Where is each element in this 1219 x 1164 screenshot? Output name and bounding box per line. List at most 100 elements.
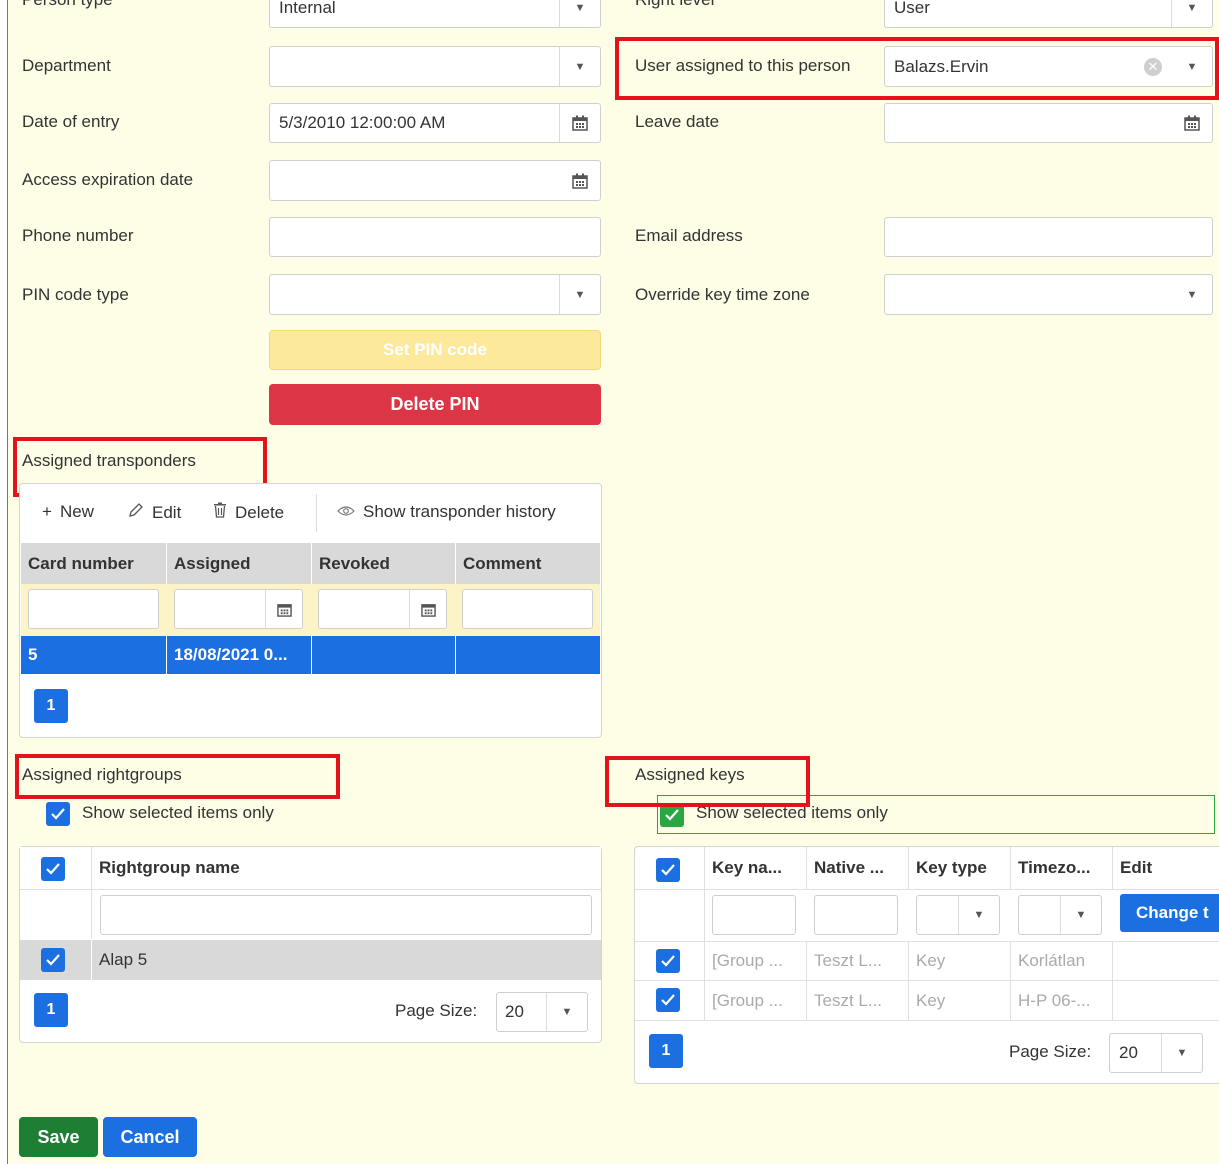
phone-input[interactable]: [269, 217, 601, 257]
filter-row: [21, 584, 600, 636]
cell-edit[interactable]: [1112, 981, 1219, 1020]
cell-native: Teszt L...: [806, 981, 908, 1020]
col-assigned[interactable]: Assigned: [166, 543, 311, 584]
cell-revoked: [311, 636, 455, 674]
row-checkbox[interactable]: [656, 988, 680, 1012]
chevron-down-icon[interactable]: ▼: [1060, 896, 1101, 934]
department-select[interactable]: ▼: [269, 46, 601, 87]
col-key-type[interactable]: Key type: [908, 847, 1010, 889]
new-button[interactable]: + New: [42, 502, 94, 522]
filter-revoked-input[interactable]: [318, 589, 447, 629]
transponders-header: Card number Assigned Revoked Comment: [21, 543, 600, 584]
cell-edit[interactable]: [1112, 942, 1219, 980]
leave-date-label: Leave date: [635, 112, 720, 131]
keys-header: Key na... Native ... Key type Timezo... …: [635, 847, 1219, 890]
filter-divider: [704, 889, 705, 941]
toolbar-divider: [316, 494, 317, 532]
col-key-name[interactable]: Key na...: [704, 847, 806, 889]
change-timezone-button[interactable]: Change t: [1120, 894, 1219, 932]
delete-label: Delete: [235, 502, 285, 522]
filter-comment-input[interactable]: [462, 589, 593, 629]
pencil-icon: [128, 502, 144, 523]
col-card-number[interactable]: Card number: [21, 543, 166, 584]
table-row[interactable]: 5 18/08/2021 0...: [21, 636, 600, 674]
table-row[interactable]: Alap 5: [20, 940, 601, 980]
cell-timezone: H-P 06-...: [1010, 981, 1112, 1020]
col-edit[interactable]: Edit: [1112, 847, 1219, 889]
chevron-down-icon[interactable]: ▼: [1171, 0, 1212, 27]
col-comment[interactable]: Comment: [455, 543, 600, 584]
override-tz-select[interactable]: ▼: [884, 274, 1213, 315]
cell-comment: [455, 636, 600, 674]
cell-key-type: Key: [908, 981, 1010, 1020]
calendar-icon[interactable]: [1172, 104, 1212, 142]
calendar-icon[interactable]: [559, 104, 600, 142]
chevron-down-icon[interactable]: ▼: [958, 896, 999, 934]
leave-date-input[interactable]: [884, 103, 1213, 143]
filter-key-type[interactable]: ▼: [916, 895, 1000, 935]
override-tz-label: Override key time zone: [635, 285, 810, 304]
show-history-button[interactable]: Show transponder history: [337, 502, 556, 522]
page-size-select[interactable]: 20 ▼: [1109, 1033, 1203, 1073]
right-level-select[interactable]: User ▼: [884, 0, 1213, 28]
filter-key-name[interactable]: [712, 895, 796, 935]
date-entry-input[interactable]: 5/3/2010 12:00:00 AM: [269, 103, 601, 143]
calendar-icon[interactable]: [409, 590, 446, 628]
page-1-button[interactable]: 1: [649, 1034, 683, 1068]
select-all-checkbox[interactable]: [41, 857, 65, 881]
cancel-button[interactable]: Cancel: [103, 1117, 197, 1157]
save-button[interactable]: Save: [19, 1117, 98, 1157]
col-revoked[interactable]: Revoked: [311, 543, 455, 584]
chevron-down-icon[interactable]: ▼: [1161, 1034, 1202, 1072]
date-entry-value: 5/3/2010 12:00:00 AM: [279, 113, 446, 132]
set-pin-button[interactable]: Set PIN code: [269, 330, 601, 370]
chevron-down-icon[interactable]: ▼: [559, 0, 600, 27]
email-label: Email address: [635, 226, 743, 245]
trash-icon: [213, 502, 227, 523]
chevron-down-icon[interactable]: ▼: [1172, 275, 1212, 314]
col-timezone[interactable]: Timezo...: [1010, 847, 1112, 889]
show-selected-checkbox[interactable]: [46, 802, 70, 826]
cell-key-name: [Group ...: [704, 981, 806, 1020]
cell-native: Teszt L...: [806, 942, 908, 980]
transponders-panel: + New Edit Delete Show transponder histor…: [19, 483, 602, 738]
chevron-down-icon[interactable]: ▼: [559, 275, 600, 314]
rightgroups-header: Rightgroup name: [20, 847, 601, 890]
page-size-select[interactable]: 20 ▼: [496, 992, 588, 1032]
pin-type-select[interactable]: ▼: [269, 274, 601, 315]
department-label: Department: [22, 56, 111, 75]
calendar-icon[interactable]: [560, 161, 600, 200]
filter-assigned-input[interactable]: [174, 589, 303, 629]
access-exp-label: Access expiration date: [22, 170, 194, 189]
select-all-keys-checkbox[interactable]: [656, 858, 680, 882]
edit-button[interactable]: Edit: [128, 502, 181, 523]
page-1-button[interactable]: 1: [34, 993, 68, 1027]
filter-native[interactable]: [814, 895, 898, 935]
plus-icon: +: [42, 502, 52, 521]
highlight-user-assigned: [615, 37, 1219, 100]
filter-divider: [91, 889, 92, 939]
delete-pin-button[interactable]: Delete PIN: [269, 384, 601, 425]
highlight-keys: [605, 756, 810, 807]
person-type-value: Internal: [279, 0, 336, 17]
page-1-button[interactable]: 1: [34, 689, 68, 723]
delete-button[interactable]: Delete: [213, 502, 284, 523]
col-native[interactable]: Native ...: [806, 847, 908, 889]
cell-card: 5: [28, 645, 38, 664]
filter-card-input[interactable]: [28, 589, 159, 629]
table-row[interactable]: [Group ... Teszt L... Key Korlátlan: [635, 941, 1219, 981]
row-checkbox[interactable]: [41, 948, 65, 972]
access-exp-input[interactable]: [269, 160, 601, 201]
email-input[interactable]: [884, 217, 1213, 257]
filter-timezone[interactable]: ▼: [1018, 895, 1102, 935]
chevron-down-icon[interactable]: ▼: [559, 47, 600, 86]
cell-rightgroup-name: Alap 5: [99, 950, 148, 969]
calendar-icon[interactable]: [265, 590, 302, 628]
person-type-select[interactable]: Internal ▼: [269, 0, 601, 28]
row-checkbox[interactable]: [656, 949, 680, 973]
col-rightgroup-name[interactable]: Rightgroup name: [91, 847, 491, 889]
rightgroup-filter-input[interactable]: [100, 895, 592, 935]
chevron-down-icon[interactable]: ▼: [546, 993, 587, 1031]
table-row[interactable]: [Group ... Teszt L... Key H-P 06-...: [635, 981, 1219, 1021]
phone-label: Phone number: [22, 226, 134, 245]
